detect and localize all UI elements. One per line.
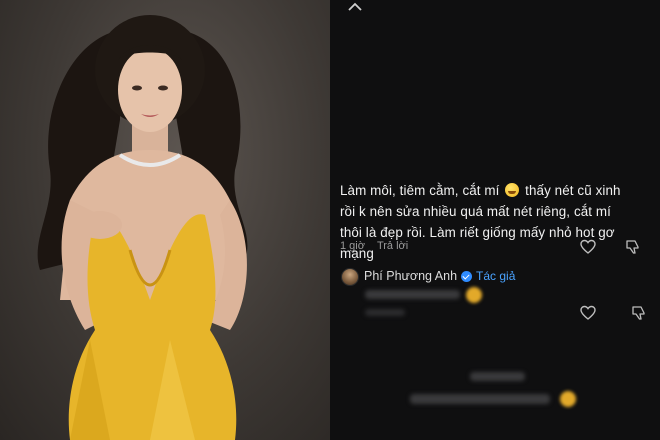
thumbs-down-outline-icon[interactable] <box>625 239 641 255</box>
comment-meta: 1 giờ Trả lời <box>340 240 408 252</box>
author-name[interactable]: Phí Phương Anh <box>364 269 457 283</box>
heart-outline-icon[interactable] <box>580 239 596 255</box>
blurred-emoji-icon <box>466 287 482 303</box>
blurred-reply-meta <box>365 309 405 316</box>
model-illustration <box>37 15 248 440</box>
comment-text-part-1: Làm môi, tiêm cằm, cắt mí <box>340 183 500 198</box>
reply-button[interactable]: Trả lời <box>377 240 408 252</box>
shushing-face-emoji-icon <box>505 183 520 197</box>
blurred-emoji-icon <box>560 391 576 407</box>
author-avatar[interactable] <box>341 268 359 286</box>
post-photo <box>0 0 330 440</box>
author-tag: Tác giả <box>476 269 516 283</box>
thumbs-down-outline-icon[interactable] <box>631 305 647 321</box>
reply-author-row: Phí Phương Anh Tác giả <box>364 269 515 283</box>
blurred-reply-text <box>365 290 460 299</box>
blurred-comment-text <box>410 394 550 404</box>
chevron-up-icon[interactable] <box>346 0 364 14</box>
blurred-commenter <box>470 372 525 381</box>
verified-badge-icon <box>461 270 473 282</box>
heart-outline-icon[interactable] <box>580 305 596 321</box>
comment-time: 1 giờ <box>340 240 365 252</box>
